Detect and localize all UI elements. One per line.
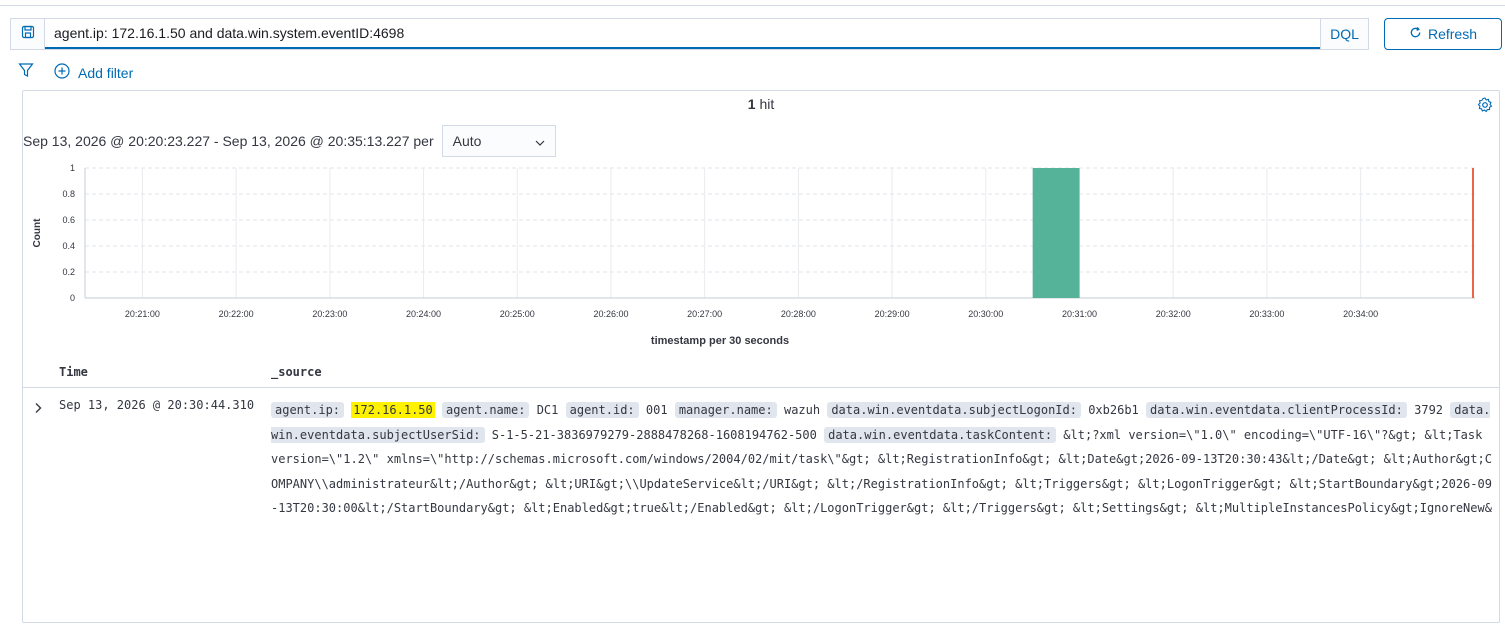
expand-row-button[interactable] <box>33 401 43 419</box>
plus-circle-icon <box>54 63 70 82</box>
query-bar: DQL <box>10 18 1369 50</box>
y-tick-label: 0.2 <box>62 267 75 277</box>
y-axis-title: Count <box>32 218 43 248</box>
x-tick-label: 20:30:00 <box>968 309 1003 319</box>
discover-panel: 1 hit Sep 13, 2026 @ 20:20:23.227 - Sep … <box>22 90 1500 623</box>
query-input[interactable] <box>45 19 1320 49</box>
source-column-header: _source <box>271 365 322 379</box>
hits-label: hit <box>759 96 775 112</box>
field-value: S-1-5-21-3836979279-2888478268-160819476… <box>491 427 817 442</box>
chevron-down-icon <box>535 133 545 149</box>
histogram-svg: 0 0.2 0.4 0.6 0.8 1 20:21:00 20:22:00 20:23:00 20… <box>32 163 1475 347</box>
add-filter-button[interactable]: Add filter <box>54 63 133 82</box>
field-key: data.win.eventdata.taskContent: <box>824 426 1057 443</box>
x-tick-label: 20:29:00 <box>875 309 910 319</box>
filter-bar: Add filter <box>18 62 133 83</box>
x-tick-label: 20:23:00 <box>312 309 347 319</box>
x-tick-label: 20:34:00 <box>1343 309 1378 319</box>
y-tick-label: 0.8 <box>62 189 75 199</box>
gear-icon[interactable] <box>1477 97 1493 118</box>
field-value: 001 <box>645 403 668 417</box>
funnel-icon[interactable] <box>18 62 34 83</box>
x-tick-label: 20:27:00 <box>687 309 722 319</box>
interval-row: Sep 13, 2026 @ 20:20:23.227 - Sep 13, 20… <box>23 125 556 157</box>
x-tick-label: 20:32:00 <box>1156 309 1191 319</box>
top-border <box>0 0 1505 6</box>
histogram-bar <box>1032 168 1080 298</box>
header-divider <box>23 387 1499 388</box>
field-value: 0xb26b1 <box>1088 403 1139 417</box>
row-source: agent.ip: 172.16.1.50 agent.name: DC1 ag… <box>271 398 1493 516</box>
x-tick-label: 20:21:00 <box>125 309 160 319</box>
x-tick-label: 20:33:00 <box>1249 309 1284 319</box>
dql-language-button[interactable]: DQL <box>1320 19 1368 49</box>
y-tick-label: 0.4 <box>62 241 75 251</box>
save-query-button[interactable] <box>11 19 45 49</box>
field-value: 3792 <box>1414 403 1444 417</box>
hits-number: 1 <box>747 96 756 112</box>
time-column-header[interactable]: Time <box>59 365 88 379</box>
y-tick-label: 0.6 <box>62 215 75 225</box>
field-key: data.win.eventdata.clientProcessId: <box>1146 402 1407 418</box>
field-key: agent.name: <box>441 402 530 418</box>
row-time: Sep 13, 2026 @ 20:30:44.310 <box>59 398 255 412</box>
field-value: 172.16.1.50 <box>351 402 435 418</box>
refresh-icon <box>1409 26 1422 42</box>
field-value: wazuh <box>783 403 821 417</box>
add-filter-label: Add filter <box>78 64 134 81</box>
field-key: data.win.eventdata.subjectLogonId: <box>827 402 1081 418</box>
histogram-chart: 0 0.2 0.4 0.6 0.8 1 20:21:00 20:22:00 20:23:00 20… <box>23 161 1499 356</box>
field-key: agent.id: <box>565 402 639 418</box>
interval-value: Auto <box>452 133 482 149</box>
y-tick-label: 0 <box>70 293 75 303</box>
x-tick-label: 20:28:00 <box>781 309 816 319</box>
interval-select[interactable]: Auto <box>441 125 556 157</box>
x-tick-label: 20:22:00 <box>219 309 254 319</box>
time-range-text: Sep 13, 2026 @ 20:20:23.227 - Sep 13, 20… <box>23 133 434 149</box>
y-tick-label: 1 <box>70 163 75 173</box>
x-tick-label: 20:25:00 <box>500 309 535 319</box>
x-axis-title: timestamp per 30 seconds <box>651 335 789 347</box>
x-tick-label: 20:31:00 <box>1062 309 1097 319</box>
save-query-icon <box>21 25 35 44</box>
field-key: agent.ip: <box>271 402 345 418</box>
field-value: DC1 <box>536 403 559 417</box>
hits-count: 1 hit <box>23 96 1499 112</box>
field-key: manager.name: <box>674 402 777 418</box>
refresh-label: Refresh <box>1427 26 1478 42</box>
refresh-button[interactable]: Refresh <box>1384 18 1502 50</box>
x-tick-label: 20:24:00 <box>406 309 441 319</box>
x-tick-label: 20:26:00 <box>593 309 628 319</box>
